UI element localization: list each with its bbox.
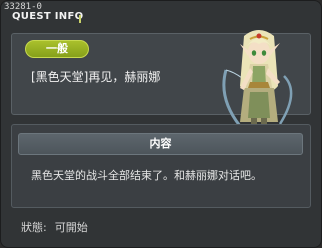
window-title: QUEST INFO bbox=[12, 11, 84, 22]
quest-category-badge: 一般 bbox=[25, 40, 89, 58]
status-value: 可開始 bbox=[54, 221, 88, 234]
quest-content-panel: 内容 黑色天堂的战斗全部结束了。和赫丽娜对话吧。 bbox=[11, 124, 311, 208]
title-accent bbox=[79, 15, 81, 23]
title-bar[interactable]: 33281-0 QUEST INFO bbox=[1, 1, 321, 27]
npc-portrait-icon bbox=[222, 30, 293, 136]
quest-status: 狀態: 可開始 bbox=[21, 221, 88, 235]
status-label: 狀態: bbox=[21, 221, 47, 234]
quest-name: [黑色天堂]再见，赫丽娜 bbox=[31, 70, 161, 84]
quest-info-window: 33281-0 QUEST INFO 一般 [黑色天堂]再见，赫丽娜 内容 黑色… bbox=[0, 0, 322, 248]
content-section-header: 内容 bbox=[18, 133, 303, 155]
quest-description: 黑色天堂的战斗全部结束了。和赫丽娜对话吧。 bbox=[31, 169, 262, 182]
